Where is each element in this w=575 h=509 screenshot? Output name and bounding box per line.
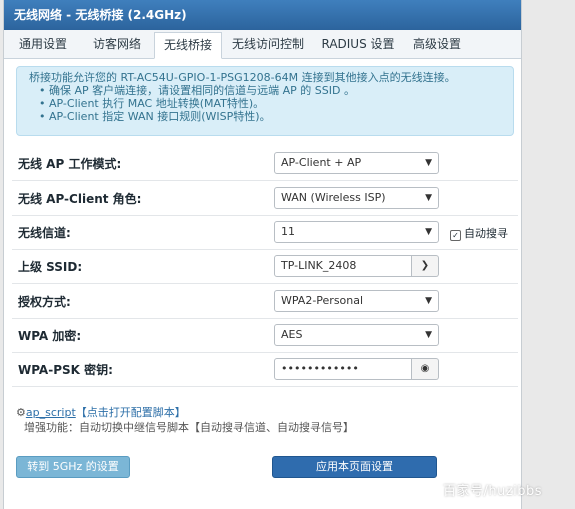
ap-script-link[interactable]: ap_script	[26, 406, 76, 419]
ap-script-hint[interactable]: 【点击打开配置脚本】	[76, 406, 186, 419]
apply-settings-button[interactable]: 应用本页面设置	[272, 456, 437, 478]
tab-radius-settings[interactable]: RADIUS 设置	[316, 30, 400, 58]
ap-script-line[interactable]: ⚙ap_script【点击打开配置脚本】	[16, 404, 186, 420]
chevron-down-icon: ❯	[420, 260, 430, 271]
ssid-input[interactable]: TP-LINK_2408	[274, 255, 412, 277]
row-apclient-role: 无线 AP-Client 角色: WAN (Wireless ISP) ▼	[12, 181, 518, 216]
tab-general[interactable]: 通用设置	[10, 30, 76, 58]
channel-value: 11	[281, 225, 295, 238]
notice-item: AP-Client 指定 WAN 接口规则(WISP特性)。	[39, 110, 505, 123]
notice-list: 确保 AP 客户端连接，请设置相同的信道与远端 AP 的 SSID 。 AP-C…	[29, 84, 505, 123]
wpa-encrypt-value: AES	[281, 328, 303, 341]
row-channel: 无线信道: 11 ▼ ✓ 自动搜寻	[12, 215, 518, 250]
chevron-down-icon: ▼	[425, 227, 432, 237]
tab-advanced[interactable]: 高级设置	[406, 30, 468, 58]
ap-mode-label: 无线 AP 工作模式:	[18, 157, 122, 171]
tab-bar: 通用设置 访客网络 无线桥接 无线访问控制 RADIUS 设置 高级设置	[4, 30, 521, 59]
ap-mode-value: AP-Client + AP	[281, 156, 362, 169]
apclient-role-label: 无线 AP-Client 角色:	[18, 192, 142, 206]
chevron-down-icon: ▼	[425, 158, 432, 168]
goto-5ghz-button[interactable]: 转到 5GHz 的设置	[16, 456, 130, 478]
row-ssid: 上级 SSID: TP-LINK_2408 ❯	[12, 249, 518, 284]
chevron-down-icon: ▼	[425, 330, 432, 340]
notice-item: AP-Client 执行 MAC 地址转换(MAT特性)。	[39, 97, 505, 110]
psk-label: WPA-PSK 密钥:	[18, 363, 113, 377]
apclient-role-select[interactable]: WAN (Wireless ISP) ▼	[274, 187, 439, 209]
ap-script-description: 增强功能：自动切换中继信号脚本【自动搜寻信道、自动搜寻信号】	[24, 421, 354, 434]
ap-mode-select[interactable]: AP-Client + AP ▼	[274, 152, 439, 174]
psk-input[interactable]: ••••••••••••	[274, 358, 412, 380]
row-psk: WPA-PSK 密钥: •••••••••••• ◉	[12, 352, 518, 387]
row-auth: 授权方式: WPA2-Personal ▼	[12, 284, 518, 319]
bridge-info-notice: 桥接功能允许您的 RT-AC54U-GPIO-1-PSG1208-64M 连接到…	[16, 66, 514, 136]
wpa-encrypt-label: WPA 加密:	[18, 329, 82, 343]
gear-icon: ⚙	[16, 406, 26, 419]
show-password-button[interactable]: ◉	[412, 358, 439, 380]
watermark: 百家号/huzibbs	[443, 484, 543, 499]
notice-item: 确保 AP 客户端连接，请设置相同的信道与远端 AP 的 SSID 。	[39, 84, 505, 97]
auto-search-label: 自动搜寻	[464, 227, 508, 240]
auto-search-checkbox[interactable]: ✓	[450, 230, 461, 241]
row-ap-mode: 无线 AP 工作模式: AP-Client + AP ▼	[12, 146, 518, 181]
chevron-down-icon: ▼	[425, 296, 432, 306]
tab-wireless-access-control[interactable]: 无线访问控制	[226, 30, 310, 58]
tab-wireless-bridge[interactable]: 无线桥接	[154, 32, 222, 59]
settings-window: 无线网络 - 无线桥接 (2.4GHz) 通用设置 访客网络 无线桥接 无线访问…	[3, 0, 522, 509]
ssid-label: 上级 SSID:	[18, 260, 83, 274]
eye-icon: ◉	[420, 363, 430, 374]
auto-search-option[interactable]: ✓ 自动搜寻	[450, 225, 508, 241]
chevron-down-icon: ▼	[425, 193, 432, 203]
wpa-encrypt-select[interactable]: AES ▼	[274, 324, 439, 346]
channel-select[interactable]: 11 ▼	[274, 221, 439, 243]
ssid-dropdown-button[interactable]: ❯	[412, 255, 439, 277]
auth-select[interactable]: WPA2-Personal ▼	[274, 290, 439, 312]
auth-label: 授权方式:	[18, 295, 71, 309]
apclient-role-value: WAN (Wireless ISP)	[281, 191, 386, 204]
tab-guest-network[interactable]: 访客网络	[84, 30, 150, 58]
row-wpa-encrypt: WPA 加密: AES ▼	[12, 318, 518, 353]
channel-label: 无线信道:	[18, 226, 71, 240]
auth-value: WPA2-Personal	[281, 294, 364, 307]
window-title: 无线网络 - 无线桥接 (2.4GHz)	[4, 0, 521, 30]
notice-intro: 桥接功能允许您的 RT-AC54U-GPIO-1-PSG1208-64M 连接到…	[29, 71, 456, 84]
